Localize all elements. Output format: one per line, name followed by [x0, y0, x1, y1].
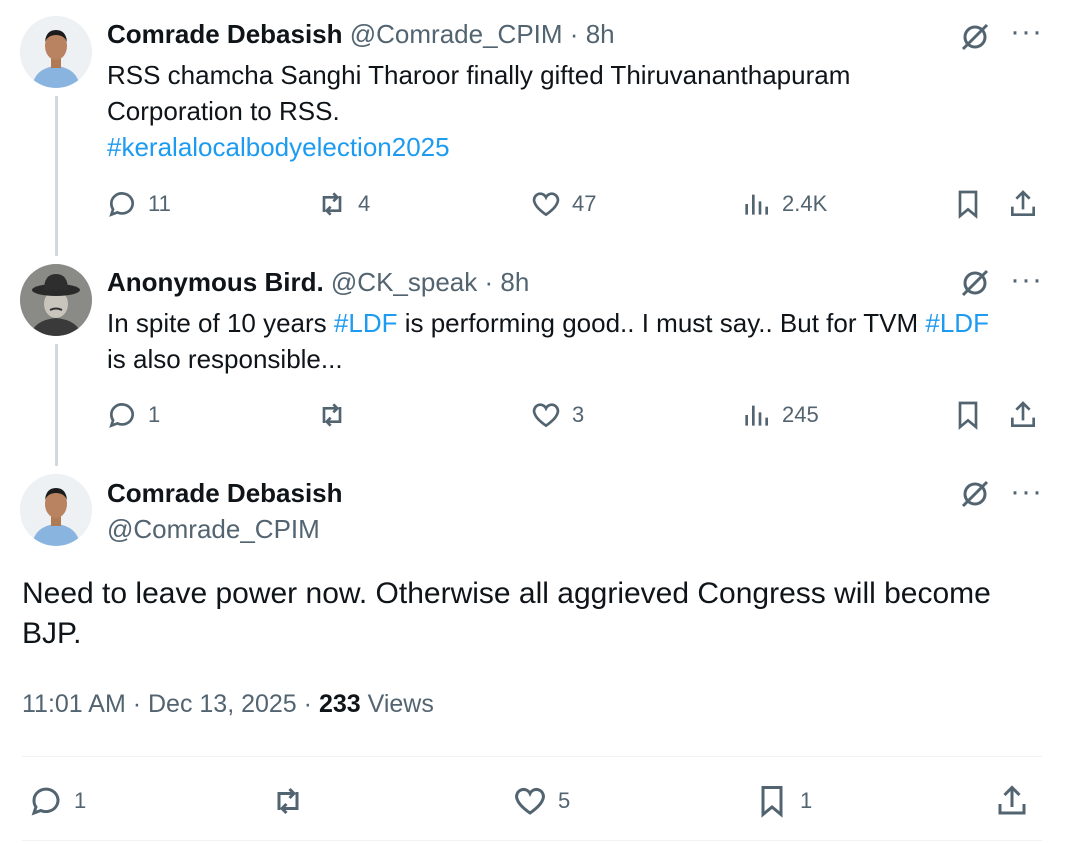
- reply-text: In spite of 10 years #LDF is performing …: [107, 305, 1047, 377]
- reply-count: 11: [148, 191, 171, 216]
- more-options-icon[interactable]: ···: [1010, 265, 1043, 295]
- heart-icon: [532, 403, 560, 428]
- text-line: BJP.: [22, 617, 82, 650]
- reply-header: Anonymous Bird. @CK_speak · 8h: [107, 266, 529, 298]
- post-text: Need to leave power now. Otherwise all a…: [22, 574, 1052, 654]
- views-count: 233: [318, 690, 361, 718]
- divider: [22, 756, 1042, 757]
- like-button[interactable]: 5: [512, 783, 570, 819]
- avatar[interactable]: [20, 264, 92, 336]
- reply-icon: [109, 403, 134, 428]
- repost-icon: [322, 403, 342, 427]
- more-options-icon[interactable]: ···: [1010, 477, 1043, 507]
- views-button[interactable]: 2.4K: [740, 188, 827, 220]
- repost-count: 4: [358, 191, 371, 216]
- hashtag-link[interactable]: #LDF: [334, 308, 398, 338]
- bookmark-icon[interactable]: [952, 188, 984, 220]
- reply-button[interactable]: 11: [106, 188, 171, 220]
- repost-button[interactable]: [270, 783, 316, 819]
- post-meta: 11:01 AM · Dec 13, 2025 · 233 Views: [22, 690, 434, 719]
- author-name[interactable]: Anonymous Bird.: [107, 267, 324, 297]
- share-icon[interactable]: [1007, 188, 1039, 220]
- text-line: Corporation to RSS.: [107, 96, 340, 126]
- views-count: 2.4K: [782, 191, 828, 216]
- repost-button[interactable]: [316, 399, 358, 431]
- reply-text: RSS chamcha Sanghi Tharoor finally gifte…: [107, 57, 1047, 165]
- share-icon[interactable]: [994, 783, 1030, 819]
- like-count: 5: [558, 788, 571, 813]
- author-name[interactable]: Comrade Debasish: [107, 477, 343, 509]
- share-icon[interactable]: [1007, 399, 1039, 431]
- reply-count: 1: [148, 402, 161, 427]
- like-button[interactable]: 47: [530, 188, 596, 220]
- bookmark-button[interactable]: 1: [754, 783, 812, 819]
- views-label: Views: [360, 690, 434, 718]
- reply-header: Comrade Debasish @Comrade_CPIM · 8h: [107, 18, 615, 50]
- analytics-icon: [745, 405, 768, 426]
- repost-icon: [277, 787, 299, 815]
- separator-dot: ·: [569, 19, 579, 49]
- thread-line: [55, 96, 58, 256]
- reply-icon: [109, 192, 134, 217]
- hashtag-link[interactable]: #keralalocalbodyelection2025: [107, 129, 1047, 165]
- author-handle[interactable]: @CK_speak: [331, 267, 477, 297]
- text-line: is also responsible...: [107, 344, 343, 374]
- thread-line: [55, 344, 58, 466]
- analytics-icon: [745, 194, 768, 215]
- more-options-icon[interactable]: ···: [1010, 17, 1043, 47]
- grok-icon[interactable]: [958, 266, 992, 300]
- post-header: Comrade Debasish @Comrade_CPIM: [107, 477, 343, 545]
- like-count: 3: [572, 402, 585, 427]
- post-time[interactable]: 8h: [586, 19, 615, 49]
- grok-icon[interactable]: [958, 477, 992, 511]
- text-segment: is performing good.. I must say.. But fo…: [397, 308, 926, 338]
- hashtag-link[interactable]: #LDF: [925, 308, 989, 338]
- reply-icon: [31, 787, 60, 816]
- repost-icon: [322, 192, 342, 216]
- separator-dot: ·: [484, 267, 494, 297]
- like-button[interactable]: 3: [530, 399, 584, 431]
- reply-button[interactable]: 1: [106, 399, 160, 431]
- reply-count: 1: [74, 788, 87, 813]
- author-name[interactable]: Comrade Debasish: [107, 19, 343, 49]
- bookmark-icon: [761, 786, 783, 818]
- heart-icon: [515, 787, 545, 815]
- heart-icon: [532, 192, 560, 217]
- text-line: RSS chamcha Sanghi Tharoor finally gifte…: [107, 60, 851, 90]
- post-time[interactable]: 8h: [500, 267, 529, 297]
- post-timestamp[interactable]: 11:01 AM · Dec 13, 2025 ·: [22, 690, 319, 718]
- text-segment: In spite of 10 years: [107, 308, 334, 338]
- grok-icon[interactable]: [958, 20, 992, 54]
- author-handle[interactable]: @Comrade_CPIM: [107, 513, 343, 545]
- text-line: In spite of 10 years #LDF is performing …: [107, 305, 1047, 341]
- divider: [22, 840, 1042, 841]
- reply-button[interactable]: 1: [28, 783, 86, 819]
- bookmark-count: 1: [800, 788, 813, 813]
- avatar[interactable]: [20, 474, 92, 546]
- views-button[interactable]: 245: [740, 399, 819, 431]
- text-line: Need to leave power now. Otherwise all a…: [22, 577, 991, 610]
- repost-button[interactable]: 4: [316, 188, 370, 220]
- like-count: 47: [572, 191, 597, 216]
- views-count: 245: [782, 402, 819, 427]
- avatar[interactable]: [20, 16, 92, 88]
- author-handle[interactable]: @Comrade_CPIM: [350, 19, 563, 49]
- bookmark-icon[interactable]: [952, 399, 984, 431]
